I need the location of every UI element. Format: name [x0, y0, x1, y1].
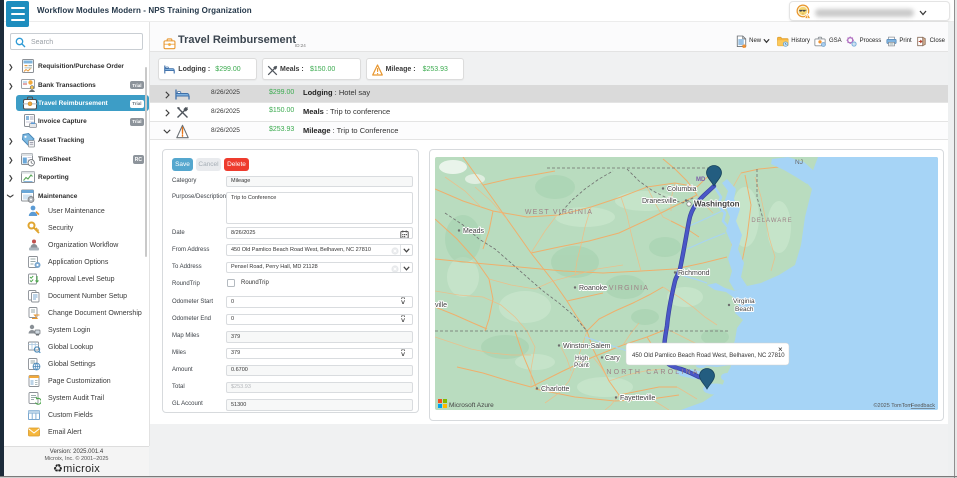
svg-text:ville: ville: [435, 302, 447, 309]
svg-text:NORTH CAROLINA: NORTH CAROLINA: [606, 369, 699, 376]
svg-text:Dranesville: Dranesville: [642, 198, 677, 205]
svg-text:×: ×: [778, 345, 783, 354]
svg-text:NJ: NJ: [795, 159, 803, 166]
svg-text:Meads: Meads: [463, 228, 485, 235]
svg-text:Roanoke: Roanoke: [579, 285, 607, 292]
svg-text:Microsoft Azure: Microsoft Azure: [449, 402, 494, 409]
svg-text:High: High: [575, 355, 589, 362]
svg-text:VIRGINIA: VIRGINIA: [608, 285, 648, 292]
svg-text:©2025 TomTom: ©2025 TomTom: [873, 402, 912, 409]
svg-text:Fayetteville: Fayetteville: [620, 395, 656, 402]
svg-text:Columbia: Columbia: [667, 186, 697, 193]
svg-text:Winston-Salem: Winston-Salem: [563, 343, 611, 350]
svg-text:Washington: Washington: [694, 199, 740, 208]
svg-text:WEST VIRGINIA: WEST VIRGINIA: [524, 209, 592, 216]
svg-text:Beach: Beach: [735, 306, 754, 313]
svg-text:Cary: Cary: [605, 355, 620, 362]
svg-text:Feedback: Feedback: [910, 403, 934, 409]
svg-text:MD: MD: [696, 177, 706, 183]
svg-text:Richmond: Richmond: [678, 270, 710, 277]
svg-text:Charlotte: Charlotte: [541, 386, 570, 393]
svg-text:Point: Point: [574, 362, 589, 369]
svg-text:DELAWARE: DELAWARE: [751, 218, 792, 224]
svg-text:450 Old Pamlico Beach Road Wes: 450 Old Pamlico Beach Road West, Belhave…: [632, 353, 785, 359]
svg-text:Virginia: Virginia: [733, 298, 755, 305]
